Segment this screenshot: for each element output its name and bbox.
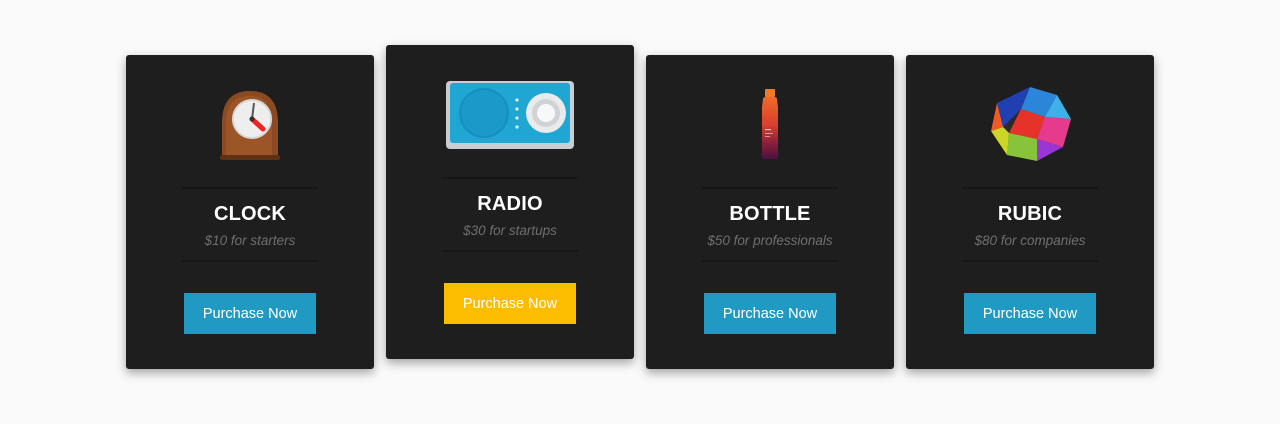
plan-price: $80 for companies [974,233,1086,248]
purchase-now-button[interactable]: Purchase Now [184,293,316,334]
purchase-now-button[interactable]: Purchase Now [704,293,836,334]
pricing-card-rubic: RUBIC $80 for companies Purchase Now [906,55,1154,369]
pricing-card-radio: RADIO $30 for startups Purchase Now [386,45,634,359]
plan-name: CLOCK [213,203,287,225]
plan-name: RUBIC [997,203,1063,225]
purchase-now-button[interactable]: Purchase Now [444,283,576,324]
pricing-card-clock: CLOCK $10 for starters Purchase Now [126,55,374,369]
rubic-image [906,73,1154,173]
clock-image [126,73,374,173]
divider-top [182,187,318,189]
plan-name: BOTTLE [729,203,811,225]
plan-price: $10 for starters [204,233,296,248]
divider-top [962,187,1098,189]
pricing-card-bottle: BOTTLE $50 for professionals Purchase No… [646,55,894,369]
divider-top [702,187,838,189]
radio-image [386,63,634,163]
divider-bottom [182,260,318,262]
purchase-now-button[interactable]: Purchase Now [964,293,1096,334]
plan-price: $50 for professionals [707,233,833,248]
divider-bottom [962,260,1098,262]
plan-name: RADIO [477,193,543,215]
plan-price: $30 for startups [463,223,557,238]
bottle-image [646,73,894,173]
divider-bottom [702,260,838,262]
divider-bottom [442,250,578,252]
divider-top [442,177,578,179]
